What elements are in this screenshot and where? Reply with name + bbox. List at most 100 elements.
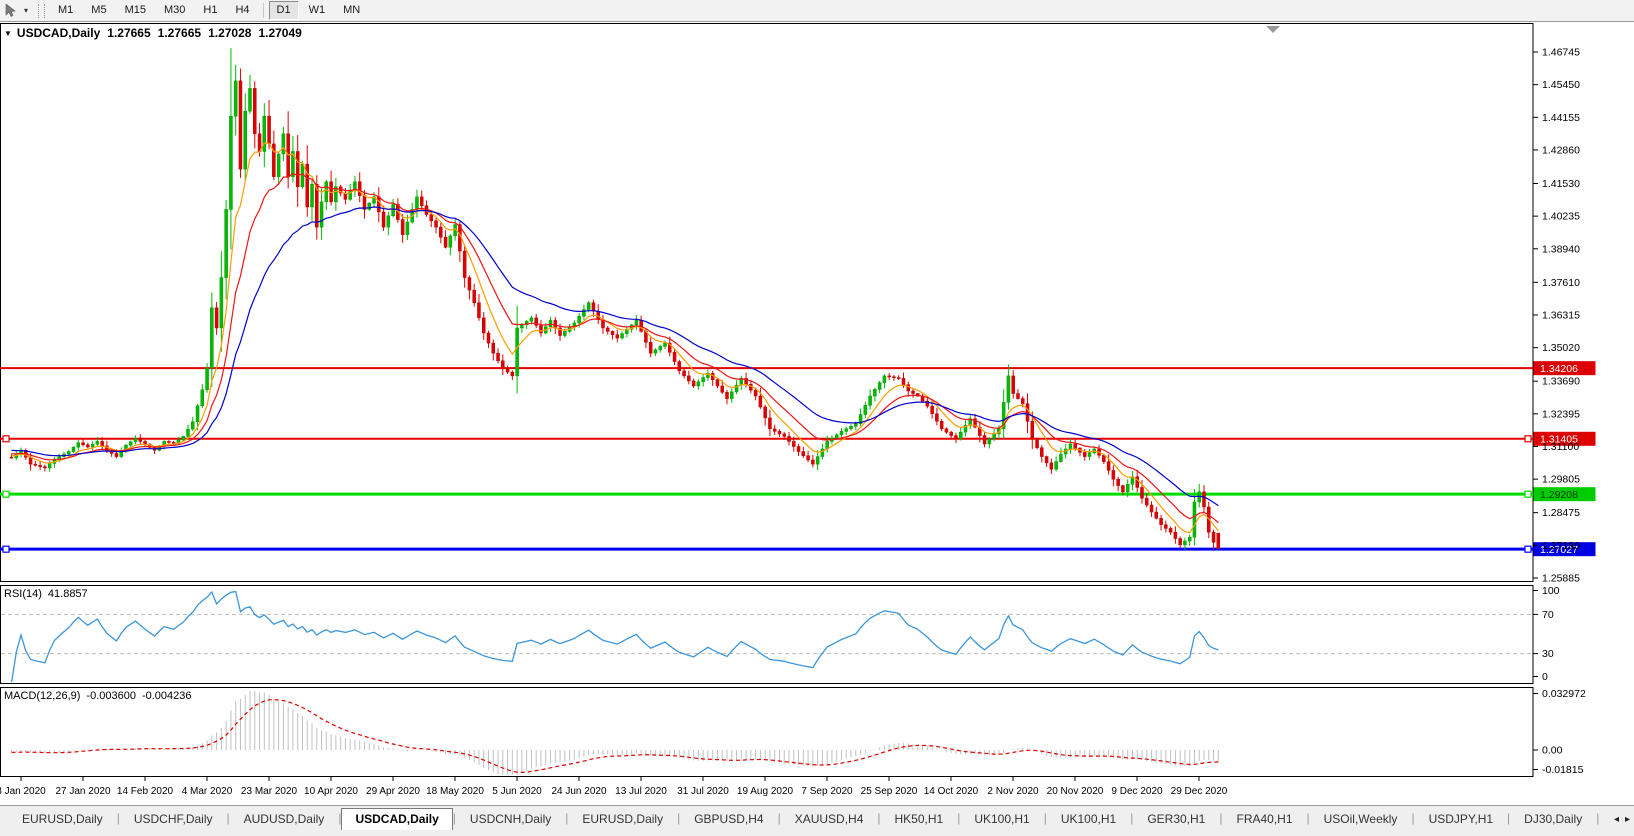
macd-main-value: -0.003600 (86, 690, 136, 702)
svg-text:1.42860: 1.42860 (1542, 144, 1580, 156)
chart-symbol-label: USDCAD,Daily (16, 26, 101, 40)
candlestick-series (9, 48, 1221, 550)
svg-text:20 Nov 2020: 20 Nov 2020 (1047, 786, 1104, 797)
chart-tab-xauusd-h4[interactable]: XAUUSD,H4 (781, 808, 878, 830)
timeframe-button-h4[interactable]: H4 (227, 1, 257, 20)
svg-text:1.40235: 1.40235 (1542, 211, 1580, 223)
svg-text:1.36315: 1.36315 (1542, 309, 1580, 321)
svg-text:1.29805: 1.29805 (1542, 474, 1580, 486)
svg-text:1.31100: 1.31100 (1542, 441, 1579, 453)
chart-tab-usdjpy-h1[interactable]: USDJPY,H1 (1415, 808, 1507, 830)
svg-text:13 Jul 2020: 13 Jul 2020 (615, 786, 667, 797)
chart-tab-audusd-daily[interactable]: AUDUSD,Daily (230, 808, 339, 830)
svg-text:29 Dec 2020: 29 Dec 2020 (1171, 786, 1228, 797)
chart-title-caret-icon[interactable]: ▼ (4, 29, 12, 38)
hline-handle[interactable] (2, 490, 10, 498)
rsi-panel-frame (0, 585, 1534, 684)
chart-tab-usdcad-daily[interactable]: USDCAD,Daily (341, 808, 453, 830)
chart-tab-uk100-h1[interactable]: UK100,H1 (1047, 808, 1130, 830)
chart-tab-dj30-daily[interactable]: DJ30,Daily (1510, 808, 1596, 830)
chart-tab-usdcnh-daily[interactable]: USDCNH,Daily (456, 808, 565, 830)
svg-text:0.032972: 0.032972 (1542, 688, 1586, 700)
svg-text:1.27180: 1.27180 (1542, 540, 1580, 552)
rsi-line (10, 590, 1219, 682)
moving-averages (11, 142, 1219, 534)
svg-text:30: 30 (1542, 648, 1554, 660)
horizontal-level-lines: 1.342061.314051.292081.27027 (0, 361, 1596, 557)
date-axis: 8 Jan 2020 27 Jan 2020 14 Feb 2020 4 Mar 20… (0, 776, 1228, 797)
timeframe-button-w1[interactable]: W1 (301, 1, 334, 20)
macd-axis: 0.032972 0.00 -0.01815 (1533, 688, 1586, 776)
toolbar-grip[interactable] (38, 3, 45, 18)
cursor-tool-dropdown-caret[interactable]: ▾ (20, 6, 32, 15)
chart-tab-eurusd-daily[interactable]: EURUSD,Daily (8, 808, 117, 830)
svg-text:25 Sep 2020: 25 Sep 2020 (861, 786, 918, 797)
svg-text:18 May 2020: 18 May 2020 (426, 786, 484, 797)
svg-text:1.32395: 1.32395 (1542, 408, 1580, 420)
svg-text:10 Apr 2020: 10 Apr 2020 (304, 786, 358, 797)
timeframe-button-m1[interactable]: M1 (50, 1, 81, 20)
svg-text:1.35020: 1.35020 (1542, 342, 1580, 354)
chart-tab-fra40-h1[interactable]: FRA40,H1 (1222, 808, 1306, 830)
svg-text:1.45450: 1.45450 (1542, 79, 1580, 91)
timeframe-button-h1[interactable]: H1 (195, 1, 225, 20)
timeframe-button-mn[interactable]: MN (335, 1, 368, 20)
timeframe-toolbar: ▾ M1 M5 M15 M30 H1 H4 D1 W1 MN (0, 0, 1634, 22)
timeframe-button-d1[interactable]: D1 (268, 1, 299, 20)
cursor-tool-icon[interactable] (2, 2, 20, 19)
hline-handle[interactable] (1524, 545, 1532, 553)
svg-text:23 Mar 2020: 23 Mar 2020 (241, 786, 298, 797)
macd-signal-value: -0.004236 (141, 690, 192, 702)
hline-handle[interactable] (2, 435, 10, 443)
svg-text:1.38940: 1.38940 (1542, 243, 1580, 255)
timeframe-button-m15[interactable]: M15 (117, 1, 154, 20)
chart-tab-gbpusd-h4[interactable]: GBPUSD,H4 (680, 808, 777, 830)
price-axis: 1.46745 1.45450 1.44155 1.42860 1.41530 1.402… (1533, 46, 1580, 584)
svg-text:1.44155: 1.44155 (1542, 112, 1580, 124)
price-chart-svg: 1.342061.314051.292081.27027 1.46745 1.454… (0, 23, 1596, 797)
svg-text:27 Jan 2020: 27 Jan 2020 (55, 786, 110, 797)
ohlc-low: 1.27028 (208, 26, 252, 40)
chart-tab-ger30-h1[interactable]: GER30,H1 (1133, 808, 1219, 830)
svg-text:19 Aug 2020: 19 Aug 2020 (737, 786, 794, 797)
svg-text:1.34206: 1.34206 (1540, 363, 1578, 375)
timeframe-button-m30[interactable]: M30 (156, 1, 193, 20)
timeframe-button-m5[interactable]: M5 (83, 1, 114, 20)
svg-text:4 Mar 2020: 4 Mar 2020 (182, 786, 233, 797)
toolbar-separator (262, 3, 264, 18)
svg-text:5 Jun 2020: 5 Jun 2020 (492, 786, 542, 797)
ohlc-high: 1.27665 (157, 26, 202, 40)
macd-signal-line (11, 698, 1219, 774)
macd-panel-frame (0, 687, 1534, 777)
tab-scroll-right-button[interactable]: ▸ (1625, 814, 1630, 825)
svg-text:0.00: 0.00 (1542, 745, 1563, 757)
ohlc-open: 1.27665 (107, 26, 151, 40)
chart-tab-uk100-h1[interactable]: UK100,H1 (960, 808, 1043, 830)
svg-text:1.41530: 1.41530 (1542, 178, 1580, 190)
chart-tab-usdchf-daily[interactable]: USDCHF,Daily (120, 808, 227, 830)
svg-text:100: 100 (1542, 585, 1560, 597)
chart-tab-usoil-weekly[interactable]: USOil,Weekly (1310, 808, 1412, 830)
tab-scroll-left-button[interactable]: ◂ (1614, 814, 1619, 825)
hline-handle[interactable] (2, 545, 10, 553)
ohlc-close: 1.27049 (258, 26, 302, 40)
chart-tabs-bar: EURUSD,Daily | USDCHF,Daily | AUDUSD,Daily | U… (0, 805, 1634, 836)
svg-text:70: 70 (1542, 609, 1554, 621)
mt4-window: ▾ M1 M5 M15 M30 H1 H4 D1 W1 MN 1.34206 1.31405 1.… (0, 0, 1634, 836)
svg-text:2 Nov 2020: 2 Nov 2020 (987, 786, 1039, 797)
svg-text:1.33690: 1.33690 (1542, 376, 1580, 388)
chart-tab-eurusd-daily[interactable]: EURUSD,Daily (568, 808, 677, 830)
chart-tab-hk50-h1[interactable]: HK50,H1 (881, 808, 958, 830)
rsi-value: 41.8857 (47, 588, 88, 600)
ma-slow-line (11, 206, 1219, 507)
hline-handle[interactable] (1524, 490, 1532, 498)
macd-histogram (11, 690, 1219, 775)
chart-tabs: EURUSD,Daily | USDCHF,Daily | AUDUSD,Daily | U… (0, 808, 1610, 830)
chart-shift-marker[interactable] (1266, 26, 1280, 33)
hline-handle[interactable] (1524, 435, 1532, 443)
ma-medium-line (11, 173, 1219, 524)
main-panel-frame (0, 23, 1534, 582)
svg-text:8 Jan 2020: 8 Jan 2020 (0, 786, 46, 797)
chart-tab-china300-h1[interactable]: CHINA300,H1 (1599, 808, 1610, 830)
svg-text:1.28475: 1.28475 (1542, 507, 1580, 519)
